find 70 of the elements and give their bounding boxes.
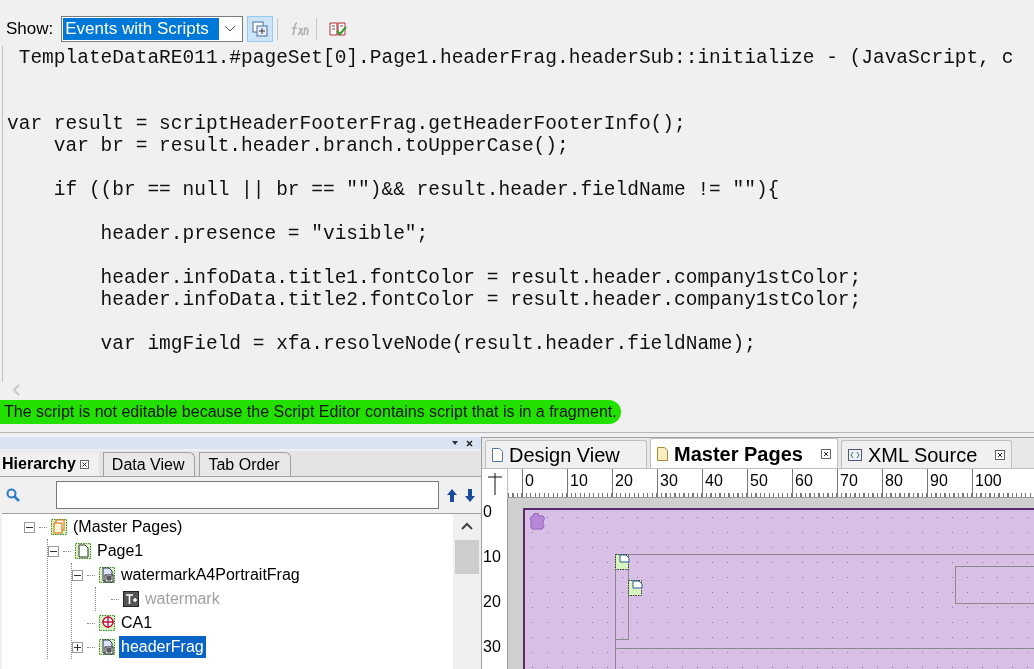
page-icon	[492, 447, 503, 462]
text-field-icon	[123, 591, 139, 607]
page-icon	[75, 543, 91, 559]
collapse-toggle[interactable]	[48, 545, 59, 557]
ruler-label: 100	[975, 472, 1002, 489]
ruler-label: 40	[705, 472, 723, 489]
close-icon[interactable]	[466, 439, 473, 447]
ruler-label: 20	[615, 472, 633, 489]
expand-toggle[interactable]	[72, 641, 83, 653]
page-icon	[628, 580, 644, 596]
search-field[interactable]	[56, 481, 439, 509]
ruler-label: 50	[750, 472, 768, 489]
tree-item[interactable]: (Master Pages)	[71, 516, 185, 538]
ruler-label: 30	[483, 638, 501, 655]
ruler-label: 10	[570, 472, 588, 489]
insert-icon	[252, 21, 269, 37]
close-icon[interactable]	[820, 448, 831, 459]
code-line: var result = scriptHeaderFooterFrag.getHeaderFooterInfo();	[6, 113, 686, 135]
show-dropdown[interactable]: Events with Scripts	[61, 16, 244, 42]
arrow-down-icon[interactable]	[465, 488, 475, 502]
code-icon	[847, 448, 862, 461]
insert-script-button[interactable]	[247, 16, 274, 42]
code-line: var br = result.header.branch.toUpperCase();	[52, 135, 569, 157]
ruler-origin-icon	[487, 472, 502, 495]
tree-item[interactable]: headerFrag	[119, 636, 206, 658]
tree-item[interactable]: Page1	[95, 540, 146, 562]
code-line: header.infoData.title2.fontColor = result.header.company1stColor;	[99, 289, 862, 311]
tree-item[interactable]: watermarkA4PortraitFrag	[119, 564, 302, 586]
ruler-label: 90	[930, 472, 948, 489]
view-tab[interactable]: XML Source	[840, 440, 1013, 468]
ruler-label: 0	[483, 503, 492, 520]
ruler-label: 10	[483, 548, 501, 565]
show-label: Show:	[6, 18, 54, 41]
pages-icon	[51, 519, 67, 535]
view-tab[interactable]: Design View	[485, 440, 647, 468]
status-message: The script is not editable because the Script Editor contains script that is in a fragment.	[0, 400, 621, 424]
chevron-up-icon[interactable]	[461, 522, 473, 530]
content-area-icon	[99, 615, 115, 631]
panel-tab[interactable]: Tab Order	[199, 452, 291, 476]
ruler-label: 70	[840, 472, 858, 489]
code-line: header.presence = "visible";	[99, 223, 429, 245]
collapse-toggle[interactable]	[24, 521, 35, 533]
ruler-label: 20	[483, 593, 501, 610]
close-icon[interactable]	[995, 449, 1006, 460]
book-check-icon	[329, 21, 348, 37]
panel-tab[interactable]: Data View	[102, 452, 196, 476]
page-icon	[657, 446, 668, 461]
code-line: if ((br == null || br == "")&& result.header.fieldName != ""){	[52, 179, 780, 201]
code-line: header.infoData.title1.fontColor = result.header.company1stColor;	[99, 267, 862, 289]
chevron-down-icon	[224, 25, 237, 33]
fragment-icon	[99, 567, 115, 583]
function-icon	[289, 21, 310, 37]
panel-menu-icon[interactable]	[452, 441, 458, 445]
code-line: TemplateDataRE011.#pageSet[0].Page1.headerFrag.headerSub::initialize - (JavaScript, c	[17, 47, 1014, 69]
scroll-thumb[interactable]	[455, 540, 479, 574]
plus-icon	[74, 643, 81, 651]
view-tab[interactable]: Master Pages	[650, 438, 838, 468]
ruler-label: 0	[525, 472, 534, 489]
ruler-label: 60	[795, 472, 813, 489]
tree-item[interactable]: CA1	[119, 612, 155, 634]
search-icon[interactable]	[6, 488, 20, 502]
code-line: var imgField = xfa.resolveNode(result.header.fieldName);	[99, 333, 756, 355]
fragment-icon	[99, 639, 115, 655]
close-icon[interactable]	[79, 459, 89, 469]
arrow-up-icon[interactable]	[447, 488, 457, 502]
panel-tab[interactable]: Hierarchy	[0, 452, 99, 476]
ruler-label: 80	[885, 472, 903, 489]
collapse-toggle[interactable]	[72, 569, 83, 581]
scrollbar[interactable]	[453, 514, 481, 669]
ruler-label: 30	[660, 472, 678, 489]
